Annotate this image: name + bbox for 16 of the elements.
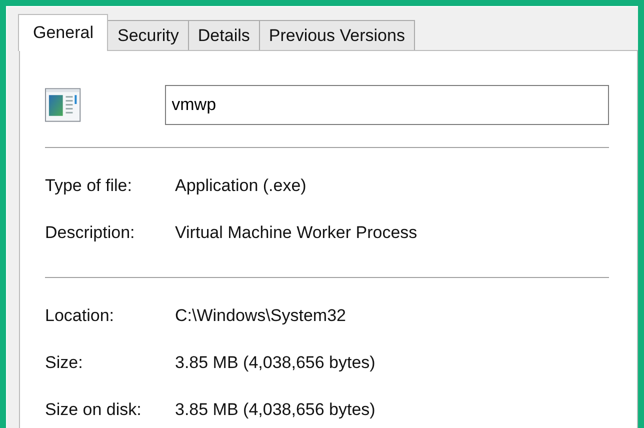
property-label: Size: xyxy=(45,352,84,372)
tab[interactable]: Security xyxy=(107,20,189,50)
file-name-field[interactable]: vmwp xyxy=(164,85,609,125)
tab[interactable]: Details xyxy=(188,20,260,50)
property-label: Size on disk: xyxy=(45,400,142,420)
tab[interactable]: General xyxy=(18,14,108,51)
property-label: Description: xyxy=(45,222,136,242)
property-value: 3.85 MB (4,038,656 bytes) xyxy=(175,400,376,420)
property-value: Application (.exe) xyxy=(175,176,306,196)
property-value: 3.85 MB (4,038,656 bytes) xyxy=(175,352,376,372)
property-value: C:\Windows\System32 xyxy=(175,306,346,326)
property-label: Type of file: xyxy=(45,176,133,196)
tab[interactable]: Previous Versions xyxy=(258,20,415,50)
property-value: Virtual Machine Worker Process xyxy=(175,222,418,242)
application-window-icon xyxy=(45,88,81,122)
property-label: Location: xyxy=(45,306,115,326)
